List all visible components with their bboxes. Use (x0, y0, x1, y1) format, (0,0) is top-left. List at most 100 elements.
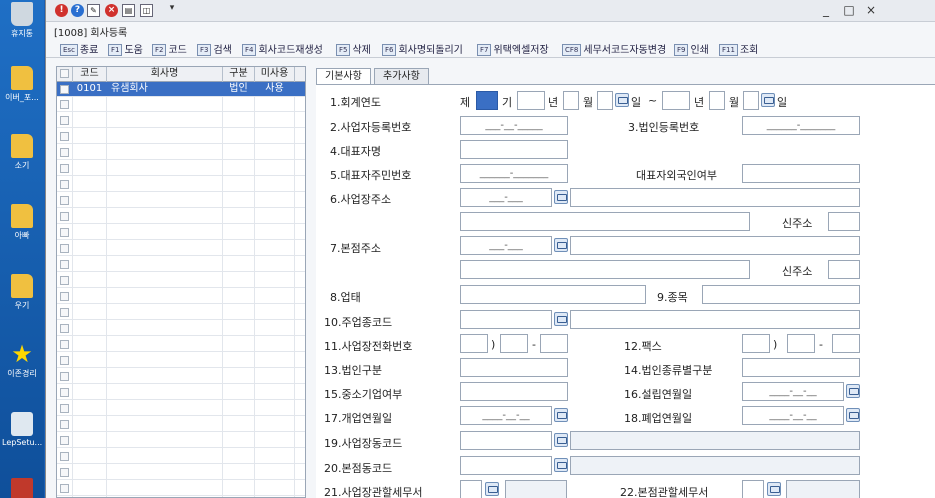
tab-basic[interactable]: 기본사항 (316, 68, 371, 84)
toolbar-button-tax-office[interactable]: CF8 세무서코드자동변경 (562, 41, 666, 56)
table-row-empty[interactable] (57, 353, 305, 368)
fiscal-start-year[interactable] (517, 91, 545, 110)
industry-search-icon[interactable] (554, 312, 568, 326)
memo-icon[interactable]: ✎ (87, 4, 100, 17)
tax-office-search-icon[interactable] (767, 482, 781, 496)
biz-reg-no-input[interactable]: ___-__-_____ (460, 116, 568, 135)
toolbar-button-lookup[interactable]: F11 조회 (719, 41, 758, 56)
corp-reg-no-input[interactable]: ______-_______ (742, 116, 860, 135)
row-checkbox[interactable] (60, 436, 69, 445)
table-row-empty[interactable] (57, 129, 305, 144)
dong-search-icon[interactable] (554, 458, 568, 472)
ceo-name-input[interactable] (460, 140, 568, 159)
business-type-input[interactable] (460, 285, 646, 304)
maximize-button[interactable]: □ (841, 3, 857, 17)
fiscal-start-month[interactable] (563, 91, 579, 110)
minimize-button[interactable]: _ (818, 3, 834, 17)
tab-additional[interactable]: 추가사항 (374, 68, 429, 84)
table-row-empty[interactable] (57, 433, 305, 448)
table-row-empty[interactable] (57, 337, 305, 352)
fiscal-end-month[interactable] (709, 91, 725, 110)
table-row-empty[interactable] (57, 401, 305, 416)
row-checkbox[interactable] (60, 372, 69, 381)
table-row-empty[interactable] (57, 369, 305, 384)
row-checkbox[interactable] (60, 244, 69, 253)
hq-dong-input[interactable] (460, 456, 552, 475)
row-checkbox[interactable] (60, 260, 69, 269)
toolbar-button-regenerate[interactable]: F4 회사코드재생성 (242, 41, 323, 56)
row-checkbox[interactable] (60, 180, 69, 189)
row-checkbox[interactable] (60, 468, 69, 477)
table-row-empty[interactable] (57, 289, 305, 304)
row-checkbox[interactable] (60, 324, 69, 333)
toolbar-button-exit[interactable]: Esc 종료 (60, 41, 98, 56)
close-form-icon[interactable]: × (105, 4, 118, 17)
table-row-empty[interactable] (57, 97, 305, 112)
table-row[interactable]: 0101 유샘회사 법인 사용 (57, 82, 305, 97)
fax-prefix[interactable] (787, 334, 815, 353)
corp-kind-input[interactable] (742, 358, 860, 377)
desktop-icon-app[interactable] (2, 478, 42, 498)
biz-tax-office-code[interactable] (460, 480, 482, 498)
row-checkbox[interactable] (60, 148, 69, 157)
biz-new-address-input[interactable] (828, 212, 860, 231)
row-checkbox[interactable] (60, 292, 69, 301)
biz-address-detail-input[interactable] (460, 212, 750, 231)
close-button[interactable]: × (863, 3, 879, 17)
hq-address-detail-input[interactable] (460, 260, 750, 279)
row-checkbox[interactable] (60, 404, 69, 413)
hq-address-input[interactable] (570, 236, 860, 255)
calendar-search-icon[interactable] (761, 93, 775, 107)
toolbar-button-excel[interactable]: F7 위택엑셀저장 (477, 41, 549, 56)
table-row-empty[interactable] (57, 241, 305, 256)
dong-search-icon[interactable] (554, 433, 568, 447)
row-checkbox[interactable] (60, 212, 69, 221)
row-checkbox[interactable] (60, 276, 69, 285)
toolbar-button-delete[interactable]: F5 삭제 (336, 41, 371, 56)
hq-new-address-input[interactable] (828, 260, 860, 279)
row-checkbox[interactable] (60, 116, 69, 125)
desktop-icon-folder-1[interactable]: 이버_포... (2, 66, 42, 103)
ceo-foreign-input[interactable] (742, 164, 860, 183)
row-checkbox[interactable] (60, 228, 69, 237)
row-checkbox[interactable] (60, 484, 69, 493)
calendar-search-icon[interactable] (554, 408, 568, 422)
founded-date-input[interactable]: ____-__-__ (742, 382, 844, 401)
biz-zip-input[interactable]: ___-___ (460, 188, 552, 207)
table-row-empty[interactable] (57, 305, 305, 320)
table-row-empty[interactable] (57, 449, 305, 464)
fiscal-end-day[interactable] (743, 91, 759, 110)
ceo-rrn-input[interactable]: ______-_______ (460, 164, 568, 183)
calendar-search-icon[interactable] (846, 408, 860, 422)
toolbar-button-help[interactable]: F1 도움 (108, 41, 143, 56)
fiscal-end-year[interactable] (662, 91, 690, 110)
desktop-icon-folder-4[interactable]: 우기 (2, 274, 42, 311)
table-row-empty[interactable] (57, 113, 305, 128)
toolbar-button-code[interactable]: F2 코드 (152, 41, 187, 56)
row-checkbox[interactable] (60, 388, 69, 397)
table-row-empty[interactable] (57, 417, 305, 432)
toolbar-button-search[interactable]: F3 검색 (197, 41, 232, 56)
table-row-empty[interactable] (57, 481, 305, 496)
row-checkbox[interactable] (60, 164, 69, 173)
tax-office-search-icon[interactable] (485, 482, 499, 496)
column-header-unused[interactable]: 미사용 (255, 67, 295, 82)
table-row-empty[interactable] (57, 145, 305, 160)
preview-icon[interactable]: ◫ (140, 4, 153, 17)
row-checkbox[interactable] (60, 452, 69, 461)
fiscal-start-day[interactable] (597, 91, 613, 110)
fax-number[interactable] (832, 334, 860, 353)
stop-icon[interactable]: ! (55, 4, 68, 17)
row-checkbox[interactable] (60, 356, 69, 365)
table-row-empty[interactable] (57, 177, 305, 192)
table-row-empty[interactable] (57, 465, 305, 480)
zip-search-icon[interactable] (554, 238, 568, 252)
desktop-icon-accounting[interactable]: ★ 이존경리 (2, 342, 42, 379)
biz-address-input[interactable] (570, 188, 860, 207)
calendar-search-icon[interactable] (846, 384, 860, 398)
table-row-empty[interactable] (57, 273, 305, 288)
row-checkbox[interactable] (60, 420, 69, 429)
row-checkbox[interactable] (60, 196, 69, 205)
toolbar-button-print[interactable]: F9 인쇄 (674, 41, 709, 56)
print-icon[interactable]: ▤ (122, 4, 135, 17)
